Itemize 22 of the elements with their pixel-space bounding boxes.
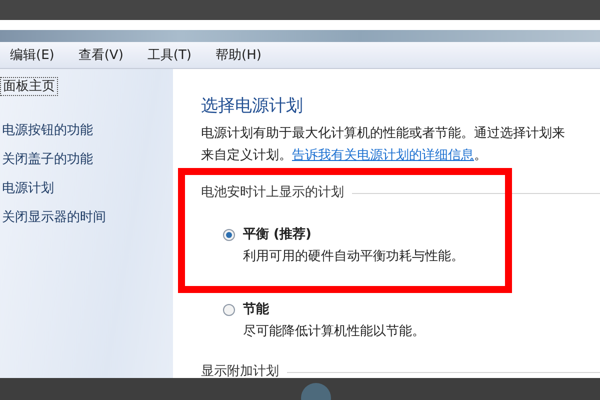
- sidebar-link[interactable]: 电源计划: [0, 180, 56, 197]
- sidebar-link[interactable]: 关闭显示器的时间: [0, 209, 108, 226]
- plan-name: 平衡 (推荐): [243, 226, 312, 244]
- radio-button[interactable]: [223, 229, 235, 241]
- group-heading: 显示附加计划: [201, 363, 279, 378]
- details-link[interactable]: 告诉我有关电源计划的详细信息: [292, 148, 474, 163]
- plan-description: 尽可能降低计算机性能以节能。: [243, 323, 425, 341]
- plan-name: 节能: [243, 301, 270, 319]
- page-heading: 选择电源计划: [201, 95, 304, 117]
- sidebar-link[interactable]: 电源按钮的功能: [0, 122, 95, 139]
- sidebar-link[interactable]: 面板主页: [0, 77, 58, 96]
- globe-icon: [300, 382, 332, 400]
- radio-button[interactable]: [223, 304, 235, 316]
- menu-item[interactable]: 帮助(H): [214, 44, 264, 66]
- group-heading: 电池安时计上显示的计划: [201, 184, 344, 202]
- description-text: 来自定义计划。告诉我有关电源计划的详细信息。: [201, 147, 488, 165]
- menu-item[interactable]: 查看(V): [76, 44, 126, 66]
- menu-item[interactable]: 编辑(E): [8, 44, 56, 66]
- description-text: 电源计划有助于最大化计算机的性能或者节能。通过选择计划来: [201, 125, 566, 143]
- menu-item[interactable]: 工具(T): [145, 44, 194, 66]
- plan-description: 利用可用的硬件自动平衡功耗与性能。: [243, 248, 464, 266]
- sidebar-link[interactable]: 关闭盖子的功能: [0, 151, 95, 168]
